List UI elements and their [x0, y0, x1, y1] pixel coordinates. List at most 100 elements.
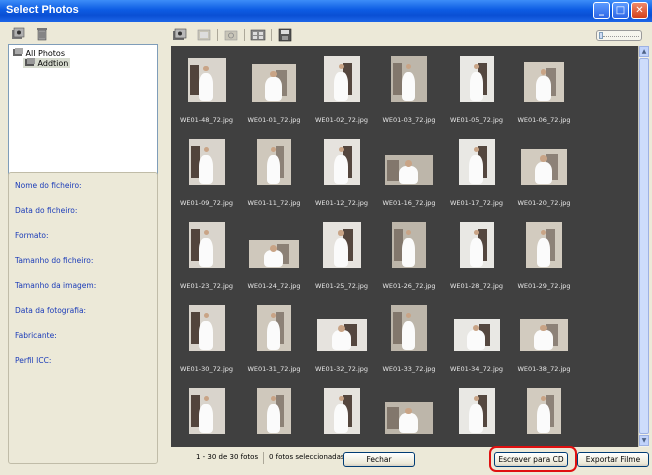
- close-button[interactable]: Fechar: [343, 452, 415, 467]
- photo-image: [187, 58, 226, 102]
- photo-thumbnail[interactable]: WE01-16_72.jpg: [376, 133, 443, 216]
- photo-image: [459, 222, 494, 268]
- prop-filename: Nome do ficheiro:: [15, 181, 82, 190]
- photo-detail: [469, 238, 483, 267]
- prop-manufacturer: Fabricante:: [15, 331, 57, 340]
- photo-image: [257, 305, 291, 351]
- photo-thumbnail[interactable]: [511, 382, 578, 447]
- photo-thumbnail[interactable]: [308, 382, 375, 447]
- photo-thumbnail[interactable]: WE01-03_72.jpg: [376, 50, 443, 133]
- photo-filename: WE01-29_72.jpg: [517, 282, 571, 290]
- photo-filename: WE01-48_72.jpg: [179, 116, 234, 124]
- photo-filename: WE01-02_72.jpg: [314, 116, 369, 124]
- photo-thumbnail[interactable]: [443, 382, 510, 447]
- photo-thumbnail[interactable]: WE01-31_72.jpg: [241, 299, 308, 382]
- toolbar-divider: [271, 29, 272, 41]
- photo-detail: [406, 230, 412, 236]
- photo-thumbnail[interactable]: WE01-48_72.jpg: [173, 50, 240, 133]
- photo-thumbnail[interactable]: WE01-05_72.jpg: [443, 50, 510, 133]
- photo-thumbnail[interactable]: [241, 382, 308, 447]
- photo-image: [521, 149, 567, 185]
- photo-image: [249, 240, 299, 268]
- photo-grid[interactable]: WE01-48_72.jpg WE01-01_72.jpg WE01-02_72.j…: [171, 46, 638, 447]
- photo-detail: [399, 165, 418, 185]
- photo-thumbnail[interactable]: WE01-06_72.jpg: [511, 50, 578, 133]
- toolbar-divider: [244, 29, 245, 41]
- photo-thumbnail[interactable]: WE01-24_72.jpg: [241, 216, 308, 299]
- photo-filename: WE01-03_72.jpg: [382, 116, 436, 124]
- photo-detail: [541, 396, 547, 402]
- photo-filename: WE01-30_72.jpg: [179, 365, 234, 373]
- photo-image: [520, 319, 568, 351]
- photo-image: [385, 402, 433, 434]
- photo-detail: [331, 330, 351, 351]
- minimize-icon[interactable]: _: [593, 2, 610, 19]
- photo-detail: [265, 77, 282, 101]
- photo-detail: [203, 147, 209, 153]
- photo-thumbnail[interactable]: WE01-09_72.jpg: [173, 133, 240, 216]
- burn-to-cd-button[interactable]: Escrever para CD: [494, 452, 568, 467]
- photo-image: [323, 139, 360, 185]
- tree-item-addtion[interactable]: Addtion: [23, 58, 71, 68]
- photo-detail: [189, 64, 199, 96]
- window-title: Select Photos: [6, 4, 79, 16]
- tree-root-label: All Photos: [25, 49, 65, 58]
- photo-thumbnail[interactable]: WE01-25_72.jpg: [308, 216, 375, 299]
- photo-detail: [338, 64, 344, 70]
- maximize-icon[interactable]: □: [612, 2, 629, 19]
- photo-thumbnail[interactable]: WE01-17_72.jpg: [443, 133, 510, 216]
- photo-filename: WE01-25_72.jpg: [314, 282, 369, 290]
- photo-thumbnail[interactable]: WE01-12_72.jpg: [308, 133, 375, 216]
- save-disk-icon[interactable]: [277, 27, 293, 43]
- photo-thumbnail[interactable]: WE01-02_72.jpg: [308, 50, 375, 133]
- vertical-scrollbar[interactable]: ▲ ▼: [638, 46, 649, 447]
- photo-detail: [387, 159, 399, 181]
- photo-detail: [333, 238, 349, 267]
- import-photos-icon[interactable]: [172, 27, 188, 43]
- photo-tree[interactable]: All Photos Addtion: [8, 44, 158, 191]
- close-icon[interactable]: ✕: [631, 2, 648, 19]
- photo-thumbnail[interactable]: WE01-32_72.jpg: [308, 299, 375, 382]
- photo-thumbnail[interactable]: WE01-29_72.jpg: [511, 216, 578, 299]
- export-icon[interactable]: [196, 27, 212, 43]
- photo-detail: [338, 396, 344, 402]
- photo-thumbnail[interactable]: WE01-33_72.jpg: [376, 299, 443, 382]
- photo-image: [323, 388, 360, 434]
- photo-detail: [473, 64, 479, 70]
- photo-filename: WE01-17_72.jpg: [449, 199, 504, 207]
- photo-thumbnail[interactable]: WE01-20_72.jpg: [511, 133, 578, 216]
- scroll-up-icon[interactable]: ▲: [639, 46, 649, 57]
- slideshow-icon[interactable]: [250, 27, 266, 43]
- photo-thumbnail[interactable]: WE01-30_72.jpg: [173, 299, 240, 382]
- photo-detail: [199, 155, 213, 184]
- photo-image: [257, 388, 291, 434]
- photo-thumbnail[interactable]: [173, 382, 240, 447]
- photo-image: [526, 222, 562, 268]
- title-bar[interactable]: Select Photos _ □ ✕: [0, 0, 652, 22]
- photo-thumbnail[interactable]: WE01-38_72.jpg: [511, 299, 578, 382]
- photo-thumbnail[interactable]: WE01-26_72.jpg: [376, 216, 443, 299]
- right-panel: WE01-48_72.jpg WE01-01_72.jpg WE01-02_72.j…: [166, 24, 650, 472]
- tree-root[interactable]: All Photos: [13, 48, 65, 58]
- scroll-thumb[interactable]: [639, 58, 649, 434]
- photo-image: [458, 139, 495, 185]
- status-divider: [263, 452, 264, 464]
- add-library-icon[interactable]: [10, 26, 26, 42]
- delete-trash-icon[interactable]: [34, 26, 50, 42]
- photo-thumbnail[interactable]: WE01-11_72.jpg: [241, 133, 308, 216]
- photo-detail: [536, 76, 552, 101]
- photo-detail: [338, 230, 344, 236]
- photo-thumbnail[interactable]: [376, 382, 443, 447]
- photo-thumbnail[interactable]: WE01-28_72.jpg: [443, 216, 510, 299]
- photo-detail: [401, 72, 416, 101]
- scroll-down-icon[interactable]: ▼: [639, 435, 649, 446]
- rotate-icon[interactable]: [223, 27, 239, 43]
- photo-thumbnail[interactable]: WE01-23_72.jpg: [173, 216, 240, 299]
- photo-filename: WE01-32_72.jpg: [314, 365, 369, 373]
- photo-thumbnail[interactable]: WE01-34_72.jpg: [443, 299, 510, 382]
- photo-thumbnail[interactable]: WE01-01_72.jpg: [241, 50, 308, 133]
- export-movie-button[interactable]: Exportar Filme: [577, 452, 649, 467]
- photo-filename: WE01-05_72.jpg: [449, 116, 504, 124]
- zoom-slider[interactable]: [596, 30, 642, 41]
- photo-filename: WE01-38_72.jpg: [517, 365, 571, 373]
